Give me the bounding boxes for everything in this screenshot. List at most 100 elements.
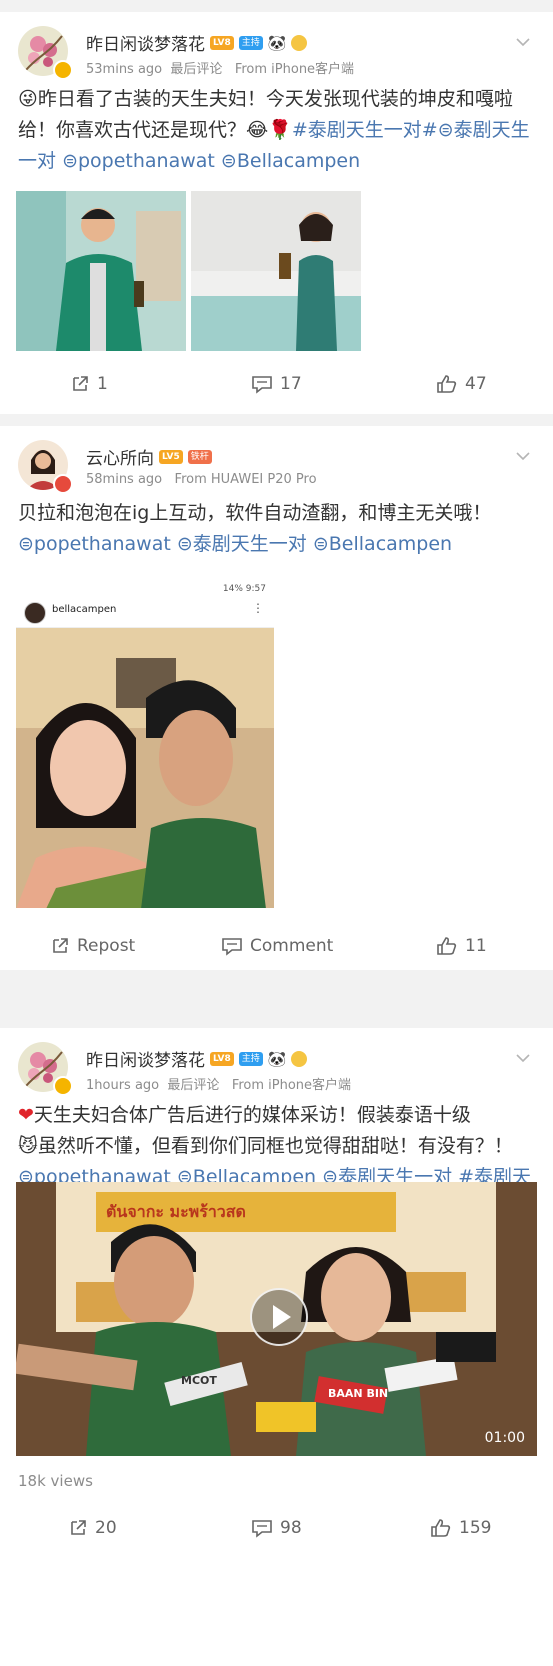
like-count: 47 <box>465 374 487 394</box>
mic-label: BAAN BIN <box>328 1387 389 1400</box>
laugh-emoji-icon: 😂 <box>246 119 269 141</box>
post-source: From iPhone客户端 <box>231 1078 352 1093</box>
repost-icon <box>53 938 68 953</box>
play-button[interactable] <box>250 1288 308 1346</box>
role-badge: 铁杆 <box>187 449 212 464</box>
post-body: 虽然听不懂，但看到你们同框也觉得甜甜哒！有没有？！ <box>37 1135 513 1157</box>
super-topic-link[interactable]: 泰剧天生一对 <box>193 533 307 555</box>
verified-badge-icon <box>53 1076 73 1096</box>
last-comment-tag: 最后评论 <box>167 1078 220 1093</box>
mention-icon: ⊜ <box>18 533 34 555</box>
heart-icon: ❤ <box>18 1104 34 1126</box>
post-source: From HUAWEI P20 Pro <box>174 472 317 487</box>
view-count: 18k views <box>18 1472 93 1490</box>
repost-icon <box>73 376 88 391</box>
post-meta: 1hours ago 最后评论 From iPhone客户端 <box>86 1074 351 1093</box>
panda-icon: 🐼 <box>267 1049 287 1068</box>
repost-button[interactable]: Repost <box>50 916 135 976</box>
repost-icon <box>71 1520 86 1535</box>
like-button[interactable]: 47 <box>436 354 487 414</box>
repost-button[interactable]: 20 <box>68 1498 117 1558</box>
comment-icon <box>252 376 272 394</box>
selfie-photo <box>16 628 274 908</box>
ig-status-bar: 14% 9:57 <box>16 581 274 597</box>
post-actions: 1 17 47 <box>0 354 553 414</box>
comment-icon <box>222 938 242 956</box>
mention-link[interactable]: popethanawat <box>34 533 171 555</box>
post-text: 贝拉和泡泡在ig上互动，软件自动渣翻，和博主无关哦！ ⊜popethanawat… <box>0 498 553 560</box>
chevron-down-icon[interactable] <box>515 448 531 464</box>
post-image[interactable]: 14% 9:57 bellacampen ⋮ <box>16 581 274 908</box>
weibo-post: 昨日闲谈梦落花 LV8 主持 🐼 1hours ago 最后评论 From iP… <box>0 1028 553 1666</box>
mention-link[interactable]: popethanawat <box>78 150 215 172</box>
repost-count: 20 <box>95 1518 117 1538</box>
mention-icon: ⊜ <box>62 150 78 172</box>
post-body: 贝拉和泡泡在ig上互动，软件自动渣翻，和博主无关哦！ <box>18 502 492 524</box>
author-name[interactable]: 昨日闲谈梦落花 <box>86 1046 205 1071</box>
thumbs-up-icon <box>437 375 457 393</box>
author-name[interactable]: 云心所向 <box>86 444 154 469</box>
ig-status: 14% 9:57 <box>222 584 266 594</box>
ig-header: bellacampen ⋮ <box>16 597 274 628</box>
author-row: 云心所向 LV5 铁杆 <box>86 444 212 469</box>
chevron-down-icon[interactable] <box>515 1050 531 1066</box>
cat-emoji-icon: 😼 <box>18 1135 38 1157</box>
medal-icon <box>291 1050 308 1067</box>
repost-label: Repost <box>77 936 136 956</box>
comment-button[interactable]: Comment <box>221 916 333 976</box>
like-button[interactable]: 11 <box>436 916 487 976</box>
medal-icon <box>291 34 308 51</box>
post-body: 天生夫妇合体广告后进行的媒体采访！假装泰语十级 <box>33 1104 471 1126</box>
like-count: 159 <box>459 1518 492 1538</box>
ig-username: bellacampen <box>52 604 117 615</box>
super-topic-icon: ⊜ <box>176 533 193 555</box>
like-button[interactable]: 159 <box>430 1498 491 1558</box>
post-time: 53mins ago <box>86 62 163 77</box>
panda-icon: 🐼 <box>267 33 287 52</box>
post-image[interactable] <box>191 191 361 351</box>
mention-icon: ⊜ <box>312 533 329 555</box>
level-badge: LV5 <box>159 449 183 464</box>
video-sign-text: ตันจากะ มะพร้าวสด <box>106 1202 246 1221</box>
comment-button[interactable]: 98 <box>251 1498 302 1558</box>
like-count: 11 <box>465 936 487 956</box>
post-time: 1hours ago <box>86 1078 160 1093</box>
chevron-down-icon[interactable] <box>515 34 531 50</box>
post-header: 昨日闲谈梦落花 LV8 主持 🐼 53mins ago 最后评论 From iP… <box>0 12 553 80</box>
author-row: 昨日闲谈梦落花 LV8 主持 🐼 <box>86 30 308 55</box>
repost-count: 1 <box>97 374 108 394</box>
video-player[interactable]: ตันจากะ มะพร้าวสด BAAN BIN MCOT 01:00 <box>16 1182 537 1456</box>
mention-link[interactable]: Bellacampen <box>329 533 452 555</box>
more-icon: ⋮ <box>252 601 264 615</box>
play-icon <box>273 1305 291 1329</box>
ig-avatar <box>24 602 46 624</box>
emoji-icon: 😜 <box>18 88 38 110</box>
post-meta: 53mins ago 最后评论 From iPhone客户端 <box>86 58 354 77</box>
post-text: 😜昨日看了古装的天生夫妇！今天发张现代装的坤皮和嘎啦给！你喜欢古代还是现代？😂🌹… <box>0 84 553 177</box>
post-meta: 58mins ago From HUAWEI P20 Pro <box>86 472 317 487</box>
comment-count: 98 <box>280 1518 302 1538</box>
post-source: From iPhone客户端 <box>234 62 355 77</box>
post-actions: Repost Comment 11 <box>0 916 553 976</box>
role-badge: 主持 <box>238 35 263 50</box>
weibo-post: 云心所向 LV5 铁杆 58mins ago From HUAWEI P20 P… <box>0 426 553 970</box>
post-header: 云心所向 LV5 铁杆 58mins ago From HUAWEI P20 P… <box>0 426 553 494</box>
level-badge: LV8 <box>210 1051 234 1066</box>
post-header: 昨日闲谈梦落花 LV8 主持 🐼 1hours ago 最后评论 From iP… <box>0 1028 553 1096</box>
last-comment-tag: 最后评论 <box>170 62 223 77</box>
comment-button[interactable]: 17 <box>251 354 302 414</box>
mention-icon: ⊜ <box>220 150 237 172</box>
super-topic-icon: ⊜ <box>437 119 454 141</box>
mention-link[interactable]: Bellacampen <box>237 150 360 172</box>
post-image[interactable] <box>16 191 186 351</box>
video-duration: 01:00 <box>484 1430 525 1446</box>
rose-icon: 🌹 <box>268 119 292 141</box>
repost-button[interactable]: 1 <box>70 354 108 414</box>
author-name[interactable]: 昨日闲谈梦落花 <box>86 30 205 55</box>
role-badge: 主持 <box>238 1051 263 1066</box>
comment-icon <box>252 1520 272 1538</box>
verified-badge-icon <box>53 60 73 80</box>
topic-link[interactable]: #泰剧天生一对# <box>292 119 438 141</box>
post-time: 58mins ago <box>86 472 163 487</box>
author-row: 昨日闲谈梦落花 LV8 主持 🐼 <box>86 1046 308 1071</box>
